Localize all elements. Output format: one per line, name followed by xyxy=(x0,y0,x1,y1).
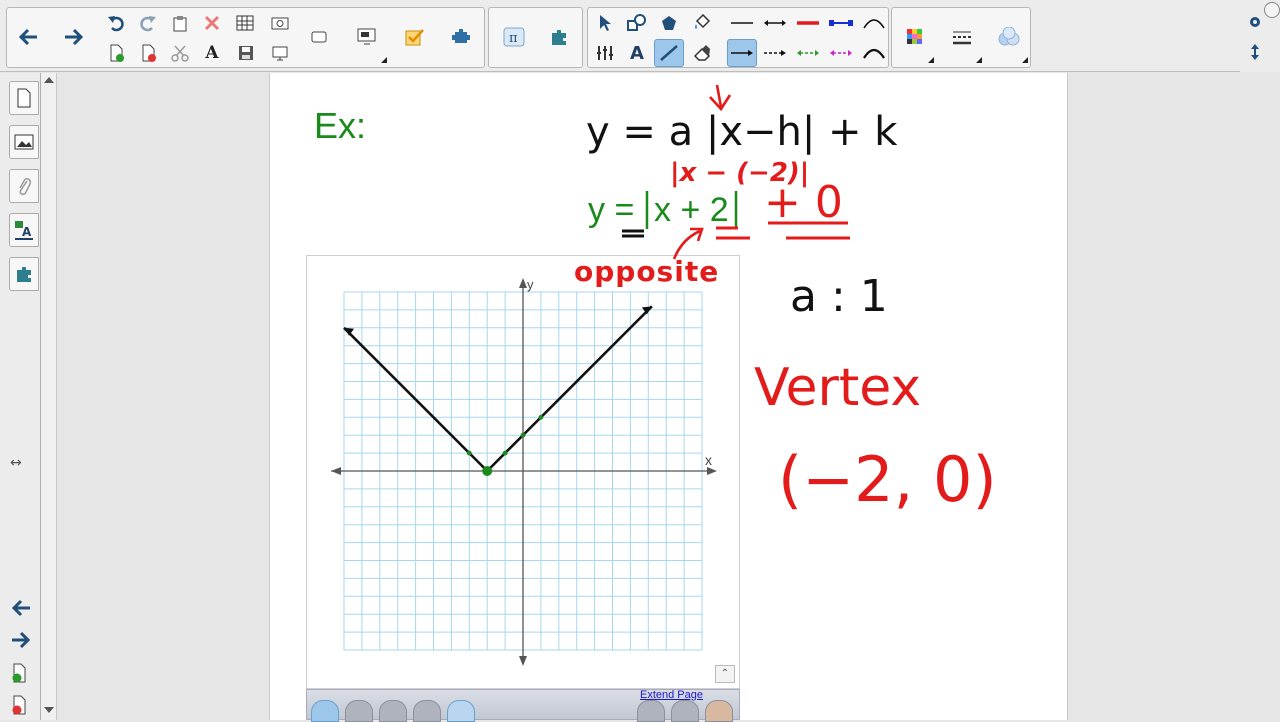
line-style-solid[interactable] xyxy=(727,9,757,37)
properties-icon: A xyxy=(15,221,33,240)
addons-tab[interactable] xyxy=(9,257,39,291)
table-icon[interactable] xyxy=(231,9,261,37)
a-value: a : 1 xyxy=(790,271,888,322)
handwriting-recognition-icon[interactable]: A xyxy=(197,39,227,67)
plus-zero: + 0 xyxy=(764,177,843,228)
scroll-down-icon[interactable] xyxy=(44,707,54,713)
toolbar-group-math: π xyxy=(488,7,583,68)
back-arrow-icon[interactable] xyxy=(13,23,43,51)
page-icon xyxy=(17,88,31,108)
response-icon[interactable] xyxy=(400,23,430,51)
line-style-arc[interactable] xyxy=(859,9,889,37)
gallery-tab[interactable] xyxy=(9,125,39,159)
line-style-magenta-dashed[interactable] xyxy=(826,39,856,67)
vertex-coords: (−2, 0) xyxy=(778,443,997,516)
line-style-arrow-selected[interactable] xyxy=(727,39,757,67)
polygon-tool-icon[interactable] xyxy=(654,9,684,37)
math-tools-icon[interactable]: π xyxy=(499,23,529,51)
next-page-icon[interactable] xyxy=(10,631,32,654)
eraser-tool-icon[interactable] xyxy=(687,39,717,67)
forward-arrow-icon[interactable] xyxy=(59,23,89,51)
vertex-label: Vertex xyxy=(754,358,921,418)
dropdown-caret-icon[interactable] xyxy=(1022,57,1028,63)
toolbar-position-toggle-icon[interactable] xyxy=(1240,38,1270,66)
previous-page-icon[interactable] xyxy=(10,599,32,622)
cut-icon[interactable] xyxy=(165,39,195,67)
scroll-up-icon[interactable] xyxy=(44,77,54,83)
underline-black xyxy=(622,229,644,238)
side-panel: A ↔ xyxy=(0,73,41,720)
dropdown-caret-icon[interactable] xyxy=(381,57,387,63)
color-palette-icon[interactable] xyxy=(900,23,930,51)
line-style-dashed-arrow[interactable] xyxy=(760,39,790,67)
opposite-note: opposite xyxy=(574,255,719,288)
toolbar-group-properties xyxy=(891,7,1031,68)
formula-specific-abs: x + 2 xyxy=(654,191,729,229)
dropdown-caret-icon[interactable] xyxy=(976,57,982,63)
delete-page-icon[interactable] xyxy=(133,39,163,67)
formula-general: y = a |x−h| + k xyxy=(586,109,898,155)
smart-addon-icon[interactable] xyxy=(446,23,476,51)
font-a-glyph: A xyxy=(205,43,219,63)
toolbar-group-edit: A xyxy=(6,7,485,68)
paperclip-icon xyxy=(19,178,31,195)
select-tool-icon[interactable] xyxy=(590,9,620,37)
text-tool-icon[interactable]: A xyxy=(622,39,652,67)
transparency-icon[interactable] xyxy=(994,23,1024,51)
delete-icon[interactable] xyxy=(197,9,227,37)
dropdown-caret-icon[interactable] xyxy=(928,57,934,63)
window-corner-icon xyxy=(1264,2,1280,18)
toolbar-right-controls xyxy=(1240,0,1280,72)
line-tool-icon[interactable] xyxy=(654,39,684,67)
line-thickness-icon[interactable] xyxy=(947,23,977,51)
workspace-background xyxy=(1068,73,1280,720)
main-toolbar: A π A xyxy=(0,0,1280,72)
underline-red-two xyxy=(716,226,750,240)
delete-page-icon[interactable] xyxy=(11,695,29,720)
properties-tab[interactable]: A xyxy=(9,213,39,247)
line-style-red-thick[interactable] xyxy=(793,9,823,37)
puzzle-icon xyxy=(17,267,31,282)
new-page-icon[interactable] xyxy=(101,39,131,67)
toolbar-group-draw: A xyxy=(587,7,889,68)
screen-shade-icon[interactable] xyxy=(352,23,382,51)
page-sorter-tab[interactable] xyxy=(9,81,39,115)
image-icon xyxy=(14,134,34,150)
text-a-glyph: A xyxy=(630,42,644,64)
svg-text:A: A xyxy=(22,225,32,239)
svg-text:π: π xyxy=(509,31,518,46)
redo-icon[interactable] xyxy=(133,9,163,37)
addons-icon[interactable] xyxy=(544,23,574,51)
line-style-double-arrow[interactable] xyxy=(760,9,790,37)
vertical-scrollbar[interactable] xyxy=(41,73,57,720)
shapes-tool-icon[interactable] xyxy=(622,9,652,37)
resize-handle-icon[interactable]: ↔ xyxy=(10,455,22,471)
document-camera-icon[interactable] xyxy=(265,39,295,67)
add-page-icon[interactable] xyxy=(11,663,29,688)
ink-layer: y = a |x−h| + k |x − (−2)| y = x + 2 + 0… xyxy=(574,84,997,516)
fill-tool-icon[interactable] xyxy=(687,9,717,37)
formula-specific: y = xyxy=(588,191,634,229)
paste-icon[interactable] xyxy=(165,9,195,37)
save-icon[interactable] xyxy=(231,39,261,67)
whiteboard-page[interactable]: Ex: x y ⌃ Extend Page y = a |x−h| + k |x… xyxy=(269,73,1068,722)
screen-capture-icon[interactable] xyxy=(265,9,295,37)
line-style-arc-thick[interactable] xyxy=(859,39,889,67)
show-hide-screen-icon[interactable] xyxy=(305,23,335,51)
attachments-tab[interactable] xyxy=(9,169,39,203)
measurement-tools-icon[interactable] xyxy=(590,39,620,67)
undo-icon[interactable] xyxy=(101,9,131,37)
line-style-green-dashed[interactable] xyxy=(793,39,823,67)
line-style-blue-dots[interactable] xyxy=(826,9,856,37)
red-arrow-down xyxy=(709,84,732,112)
